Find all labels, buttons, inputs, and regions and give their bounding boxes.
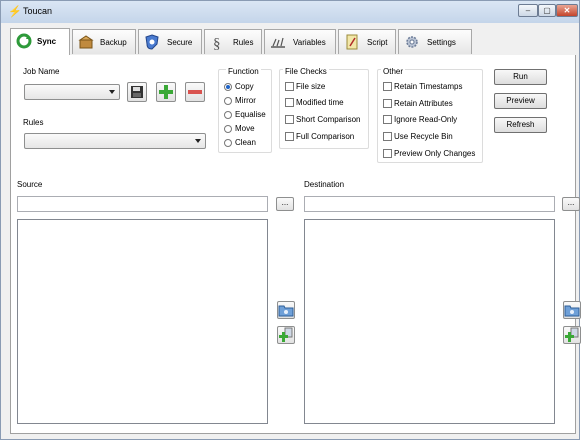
- destination-add-folder-button[interactable]: [563, 301, 581, 319]
- add-item-icon: [565, 327, 579, 342]
- destination-label: Destination: [304, 180, 345, 189]
- app-window: ⚡ Toucan – ▢ ✕ Sync Backup Secure § Rule…: [0, 0, 581, 440]
- plus-icon: [159, 85, 173, 99]
- job-name-combo[interactable]: [24, 84, 120, 100]
- checkbox-use-recycle-bin[interactable]: [383, 132, 392, 141]
- tab-sync[interactable]: Sync: [10, 28, 70, 55]
- tab-label: Backup: [100, 38, 127, 47]
- tab-label: Script: [367, 38, 388, 47]
- checkbox-file-size[interactable]: [285, 82, 294, 91]
- checkbox-short-comparison[interactable]: [285, 115, 294, 124]
- minus-icon: [188, 90, 202, 94]
- function-radio-copy[interactable]: [224, 83, 232, 91]
- title-bar: ⚡ Toucan – ▢ ✕: [1, 1, 579, 23]
- chevron-down-icon: [195, 139, 201, 143]
- save-job-button[interactable]: [127, 82, 147, 102]
- folder-icon: [564, 305, 580, 317]
- destination-path-input[interactable]: [304, 196, 555, 212]
- shield-icon: [145, 34, 159, 50]
- tab-secure[interactable]: Secure: [138, 29, 202, 54]
- source-add-folder-button[interactable]: [277, 301, 295, 319]
- tab-label: Settings: [427, 38, 456, 47]
- script-icon: [346, 34, 358, 50]
- function-option-label: Move: [235, 124, 255, 133]
- source-label: Source: [17, 180, 43, 189]
- save-icon: [131, 86, 143, 98]
- run-button[interactable]: Run: [494, 69, 547, 85]
- toucan-app-icon: ⚡: [8, 6, 22, 18]
- function-radio-mirror[interactable]: [224, 97, 232, 105]
- function-option-label: Clean: [235, 138, 256, 147]
- checkbox-label: Modified time: [296, 98, 344, 107]
- job-name-label: Job Name: [23, 67, 60, 76]
- gear-icon: [406, 36, 418, 48]
- file-checks-label: File Checks: [283, 67, 329, 76]
- preview-button[interactable]: Preview: [494, 93, 547, 109]
- function-option-label: Mirror: [235, 96, 256, 105]
- close-button[interactable]: ✕: [556, 4, 578, 17]
- tab-script[interactable]: Script: [338, 29, 396, 54]
- chevron-down-icon: [109, 90, 115, 94]
- checkbox-ignore-read-only[interactable]: [383, 115, 392, 124]
- tab-variables[interactable]: Variables: [264, 29, 336, 54]
- checkbox-label: Use Recycle Bin: [394, 132, 453, 141]
- tab-backup[interactable]: Backup: [72, 29, 136, 54]
- destination-tree[interactable]: [304, 219, 555, 424]
- tab-label: Variables: [293, 38, 326, 47]
- other-label: Other: [381, 67, 406, 76]
- destination-add-button[interactable]: [563, 326, 581, 344]
- function-radio-clean[interactable]: [224, 139, 232, 147]
- function-radio-equalise[interactable]: [224, 111, 232, 119]
- tab-strip: Sync Backup Secure § Rules Variables Scr…: [10, 28, 572, 56]
- checkbox-label: Short Comparison: [296, 115, 361, 124]
- checkbox-retain-attributes[interactable]: [383, 99, 392, 108]
- checkbox-label: Full Comparison: [296, 132, 355, 141]
- window-title: Toucan: [23, 6, 53, 16]
- checkbox-label: Retain Timestamps: [394, 82, 463, 91]
- source-browse-button[interactable]: ...: [276, 197, 294, 211]
- tab-label: Secure: [167, 38, 193, 47]
- add-job-button[interactable]: [156, 82, 176, 102]
- remove-job-button[interactable]: [185, 82, 205, 102]
- refresh-button[interactable]: Refresh: [494, 117, 547, 133]
- sync-panel: Job Name Rules Function Copy Mirror Equa…: [10, 55, 581, 434]
- function-option-label: Equalise: [235, 110, 266, 119]
- checkbox-label: File size: [296, 82, 326, 91]
- tab-settings[interactable]: Settings: [398, 29, 472, 54]
- source-add-button[interactable]: [277, 326, 295, 344]
- source-tree[interactable]: [17, 219, 268, 424]
- function-radio-move[interactable]: [224, 125, 232, 133]
- tab-label: Sync: [37, 37, 57, 46]
- variables-icon: [271, 37, 285, 48]
- backup-box-icon: [78, 35, 94, 49]
- tab-rules[interactable]: § Rules: [204, 29, 262, 54]
- sync-icon: [16, 33, 32, 49]
- rules-combo[interactable]: [24, 133, 206, 149]
- svg-text:§: §: [213, 36, 221, 50]
- checkbox-label: Retain Attributes: [394, 99, 453, 108]
- destination-browse-button[interactable]: ...: [562, 197, 580, 211]
- add-item-icon: [279, 327, 293, 342]
- function-label: Function: [226, 67, 261, 76]
- checkbox-retain-timestamps[interactable]: [383, 82, 392, 91]
- maximize-button[interactable]: ▢: [538, 4, 556, 17]
- folder-icon: [278, 305, 294, 317]
- checkbox-label: Ignore Read-Only: [394, 115, 458, 124]
- function-option-label: Copy: [235, 82, 254, 91]
- tab-label: Rules: [233, 38, 254, 47]
- checkbox-modified-time[interactable]: [285, 98, 294, 107]
- rules-label: Rules: [23, 118, 44, 127]
- checkbox-label: Preview Only Changes: [394, 149, 476, 158]
- checkbox-preview-only-changes[interactable]: [383, 149, 392, 158]
- source-path-input[interactable]: [17, 196, 268, 212]
- rules-icon: §: [213, 36, 221, 50]
- minimize-button[interactable]: –: [518, 4, 538, 17]
- checkbox-full-comparison[interactable]: [285, 132, 294, 141]
